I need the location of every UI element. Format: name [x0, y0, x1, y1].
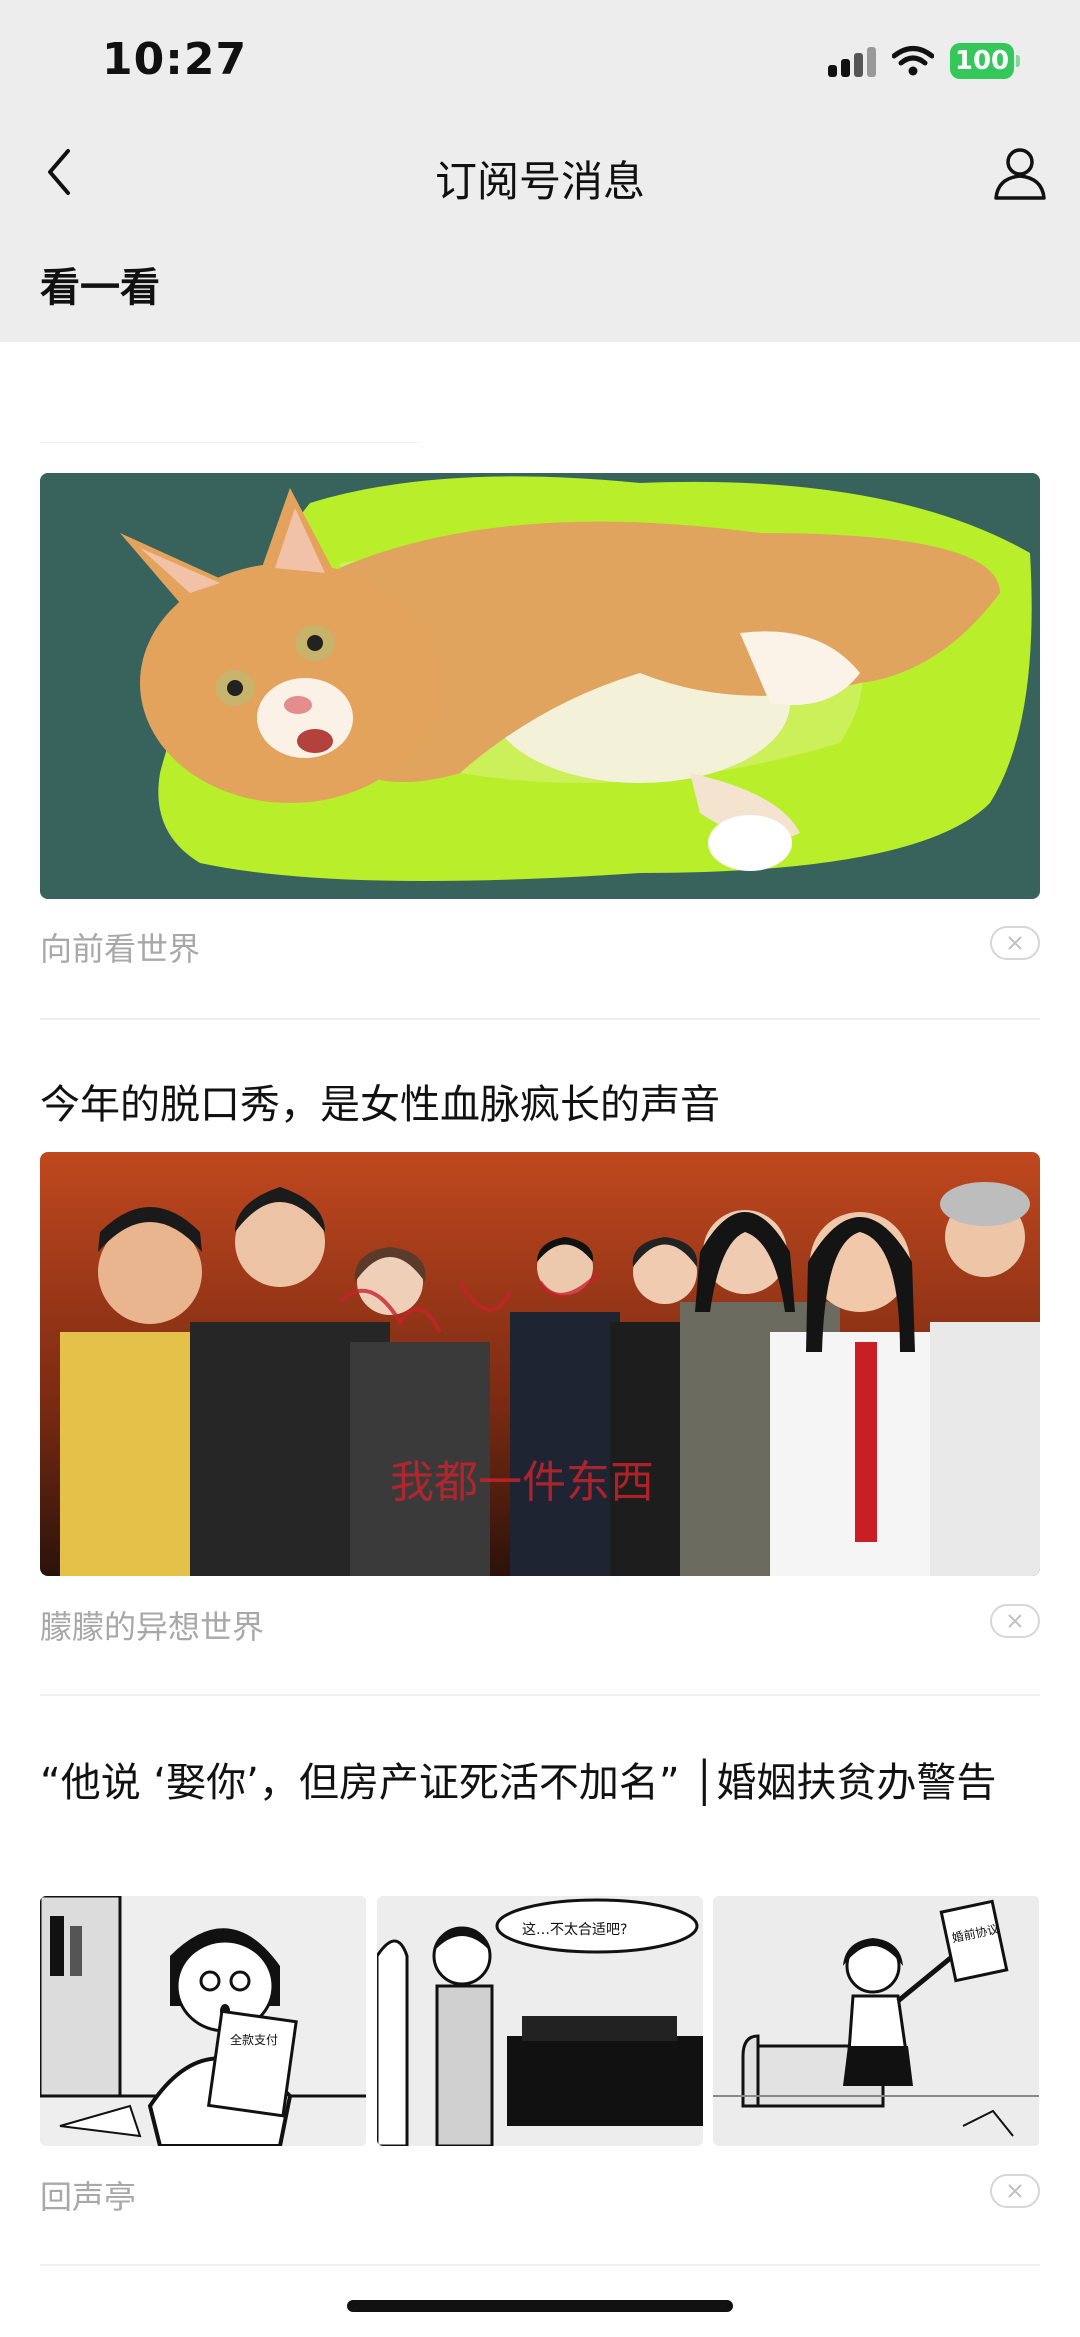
- divider: [40, 1018, 1040, 1020]
- card-source[interactable]: 朦朦的异想世界: [40, 1602, 264, 1648]
- article-title[interactable]: 今年的脱口秀，是女性血脉疯长的声音: [40, 1074, 1040, 1136]
- divider: [40, 2264, 1040, 2266]
- dismiss-button[interactable]: [990, 2174, 1040, 2208]
- close-icon: [1008, 2184, 1022, 2198]
- signal-icon: [828, 45, 876, 77]
- cartoon-panel-1: 全款支付: [40, 1896, 367, 2146]
- overlay-text: 我都一件东西: [390, 1457, 654, 1508]
- dismiss-button[interactable]: [990, 1604, 1040, 1638]
- status-icons: 100: [828, 40, 1020, 82]
- close-icon: [1008, 936, 1022, 950]
- user-icon: [994, 148, 1046, 200]
- group-photo: 我都一件东西: [40, 1152, 1040, 1576]
- page-title: 订阅号消息: [434, 157, 645, 206]
- card-source[interactable]: 回声亭: [40, 2172, 136, 2218]
- article-image-cat[interactable]: [40, 473, 1040, 899]
- cartoon-panel-2: 这…不太合适吧?: [376, 1896, 704, 2146]
- home-indicator[interactable]: [347, 2300, 733, 2312]
- top-bar: 10:27 100 订阅号消息 看一看: [0, 0, 1080, 342]
- article-title[interactable]: “他说 ‘娶你’，但房产证死活不加名” │婚姻扶贫办警告: [40, 1752, 1040, 1814]
- divider: [40, 1694, 1040, 1696]
- battery-icon: 100: [950, 43, 1020, 79]
- article-image-grid[interactable]: 全款支付 这…不太合适吧? 婚前协议: [40, 1896, 1040, 2146]
- wifi-icon: [892, 46, 934, 76]
- card-source[interactable]: 向前看世界: [40, 924, 200, 970]
- status-time: 10:27: [102, 34, 248, 85]
- cartoon-panel-3: 婚前协议: [713, 1896, 1040, 2146]
- speech-bubble-text: 这…不太合适吧?: [522, 1921, 627, 1938]
- profile-button[interactable]: [988, 142, 1052, 206]
- divider: [40, 442, 420, 443]
- article-image-talkshow[interactable]: 我都一件东西: [40, 1152, 1040, 1576]
- close-icon: [1008, 1614, 1022, 1628]
- section-label: 看一看: [40, 265, 160, 311]
- dismiss-button[interactable]: [990, 926, 1040, 960]
- cat-photo: [40, 473, 1040, 899]
- panel-text: 全款支付: [230, 2032, 278, 2047]
